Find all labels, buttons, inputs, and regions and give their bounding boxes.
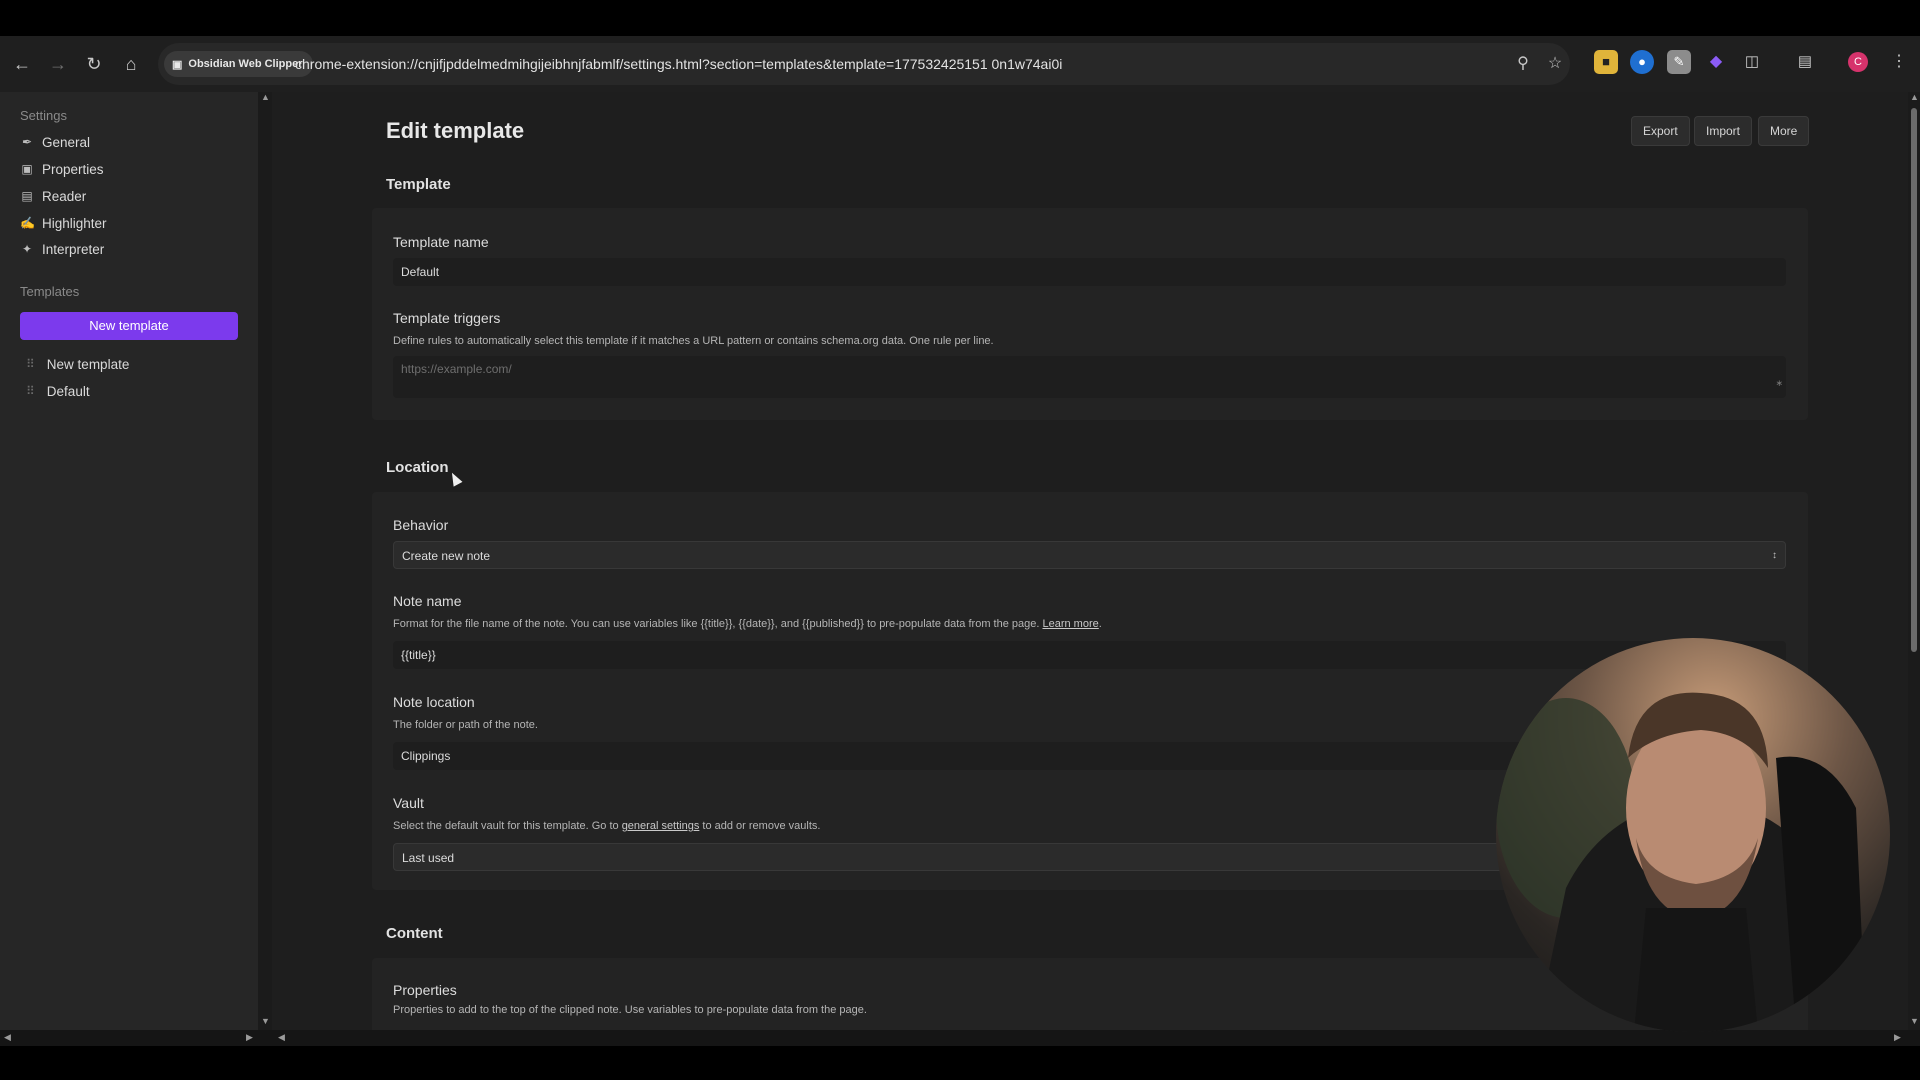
note-name-input[interactable]: {{title}} (393, 641, 1786, 669)
side-panel-icon[interactable]: ▤ (1793, 50, 1817, 74)
back-icon[interactable]: ← (8, 50, 36, 78)
forward-icon[interactable]: → (44, 50, 72, 78)
properties-label: Properties (393, 982, 457, 998)
template-name-input[interactable]: Default (393, 258, 1786, 286)
book-icon: ▤ (21, 189, 33, 203)
more-button[interactable]: More (1758, 116, 1810, 146)
general-settings-link[interactable]: general settings (622, 820, 700, 832)
page-title: Edit template (386, 118, 525, 143)
vault-desc-text-end: to add or remove vaults. (702, 820, 821, 832)
sidebar-item-label: Reader (42, 188, 87, 204)
site-info-chip[interactable]: ▣ Obsidian Web Clipper (164, 51, 313, 77)
note-location-description: The folder or path of the note. (393, 719, 538, 731)
scroll-down-arrow-icon[interactable]: ▼ (1910, 1016, 1919, 1026)
location-section-title: Location (386, 459, 449, 476)
template-list-item[interactable]: ⠿ Default (26, 379, 90, 403)
scroll-right-arrow-icon[interactable]: ▶ (1894, 1032, 1901, 1043)
site-chip-label: Obsidian Web Clipper (188, 58, 303, 70)
select-arrows-icon: ↕ (1772, 550, 1777, 561)
template-name-label: Template name (393, 234, 489, 250)
export-button[interactable]: Export (1631, 116, 1690, 146)
zoom-icon[interactable]: ⚲ (1510, 51, 1536, 77)
browser-toolbar: ← → ↻ ⌂ ▣ Obsidian Web Clipper chrome-ex… (0, 36, 1920, 92)
scroll-down-arrow-icon[interactable]: ▼ (261, 1016, 270, 1026)
learn-more-link[interactable]: Learn more (1042, 618, 1098, 630)
scroll-up-arrow-icon[interactable]: ▲ (1910, 92, 1919, 102)
mouse-cursor (447, 470, 463, 487)
address-bar[interactable]: ▣ Obsidian Web Clipper chrome-extension:… (158, 43, 1570, 85)
note-name-description: Format for the file name of the note. Yo… (393, 618, 1102, 630)
profile-avatar[interactable]: C (1848, 52, 1868, 72)
note-location-label: Note location (393, 694, 475, 710)
note-name-label: Note name (393, 593, 462, 609)
bookmark-star-icon[interactable]: ☆ (1542, 51, 1568, 77)
behavior-selected-value: Create new note (402, 549, 491, 563)
template-section-title: Template (386, 176, 451, 193)
templates-heading: Templates (20, 284, 80, 299)
bottom-letterbox (0, 1046, 1920, 1080)
resize-handle-icon[interactable]: ∗ (1775, 370, 1783, 396)
highlighter-icon: ✍ (20, 216, 35, 230)
archive-icon: ▣ (21, 162, 33, 176)
template-triggers-textarea[interactable]: https://example.com/ ∗ (393, 356, 1786, 398)
sidebar-item-label: Highlighter (42, 215, 107, 231)
presenter-silhouette (1496, 692, 1866, 1032)
extension-2-icon[interactable]: ● (1630, 50, 1654, 74)
settings-sidebar: Settings ✒ General ▣ Properties ▤ Reader… (0, 92, 258, 1040)
template-item-label: Default (46, 383, 90, 399)
sidebar-item-interpreter[interactable]: ✦ Interpreter (20, 237, 104, 261)
sidebar-item-label: Properties (42, 161, 104, 177)
sidebar-item-general[interactable]: ✒ General (20, 130, 90, 154)
template-item-label: New template (46, 356, 130, 372)
scroll-right-arrow-icon[interactable]: ▶ (246, 1032, 253, 1043)
scroll-up-arrow-icon[interactable]: ▲ (261, 92, 270, 102)
drag-handle-icon[interactable]: ⠿ (26, 357, 35, 371)
horizontal-scrollbars[interactable]: ◀ ▶ ◀ ▶ (0, 1030, 1920, 1046)
extension-3-icon[interactable]: ✎ (1667, 50, 1691, 74)
extension-1-icon[interactable]: ■ (1594, 50, 1618, 74)
sidebar-item-highlighter[interactable]: ✍ Highlighter (20, 211, 107, 235)
note-name-desc-text: Format for the file name of the note. Yo… (393, 618, 1040, 630)
sidebar-item-reader[interactable]: ▤ Reader (20, 184, 86, 208)
paperclip-icon: ✒ (21, 135, 33, 149)
content-section-title: Content (386, 925, 443, 942)
sidebar-item-label: General (42, 134, 91, 150)
webcam-overlay (1496, 638, 1890, 1032)
url-text[interactable]: chrome-extension://cnjifjpddelmedmihgije… (295, 43, 1062, 85)
scroll-left-arrow-icon[interactable]: ◀ (4, 1032, 11, 1043)
sidebar-scrollbar[interactable]: ▲ ▼ (258, 92, 272, 1040)
scroll-thumb[interactable] (1911, 108, 1917, 652)
drag-handle-icon[interactable]: ⠿ (26, 384, 35, 398)
behavior-select[interactable]: Create new note ↕ (393, 541, 1786, 569)
properties-description: Properties to add to the top of the clip… (393, 1004, 867, 1016)
import-button[interactable]: Import (1694, 116, 1753, 146)
extensions-puzzle-icon[interactable]: ◫ (1740, 50, 1764, 74)
sidebar-item-properties[interactable]: ▣ Properties (20, 157, 104, 181)
home-icon[interactable]: ⌂ (117, 50, 145, 78)
scroll-left-arrow-icon[interactable]: ◀ (278, 1032, 285, 1043)
obsidian-icon[interactable]: ◆ (1704, 50, 1728, 74)
template-triggers-description: Define rules to automatically select thi… (393, 335, 994, 347)
top-letterbox (0, 0, 1920, 36)
sparkles-icon: ✦ (21, 242, 33, 256)
template-list-item[interactable]: ⠿ New template (26, 352, 129, 376)
behavior-label: Behavior (393, 517, 449, 533)
menu-kebab-icon[interactable]: ⋮ (1887, 50, 1911, 74)
new-template-button[interactable]: New template (20, 312, 238, 340)
extension-icon: ▣ (172, 58, 183, 71)
reload-icon[interactable]: ↻ (80, 50, 108, 78)
settings-heading: Settings (20, 108, 67, 123)
vault-desc-text: Select the default vault for this templa… (393, 820, 619, 832)
triggers-placeholder: https://example.com/ (401, 362, 512, 376)
main-scrollbar[interactable]: ▲ ▼ (1908, 92, 1920, 1040)
vault-description: Select the default vault for this templa… (393, 820, 820, 832)
vault-label: Vault (393, 795, 424, 811)
sidebar-item-label: Interpreter (42, 241, 105, 257)
template-card: Template name Default Template triggers … (372, 208, 1808, 420)
template-triggers-label: Template triggers (393, 310, 501, 326)
